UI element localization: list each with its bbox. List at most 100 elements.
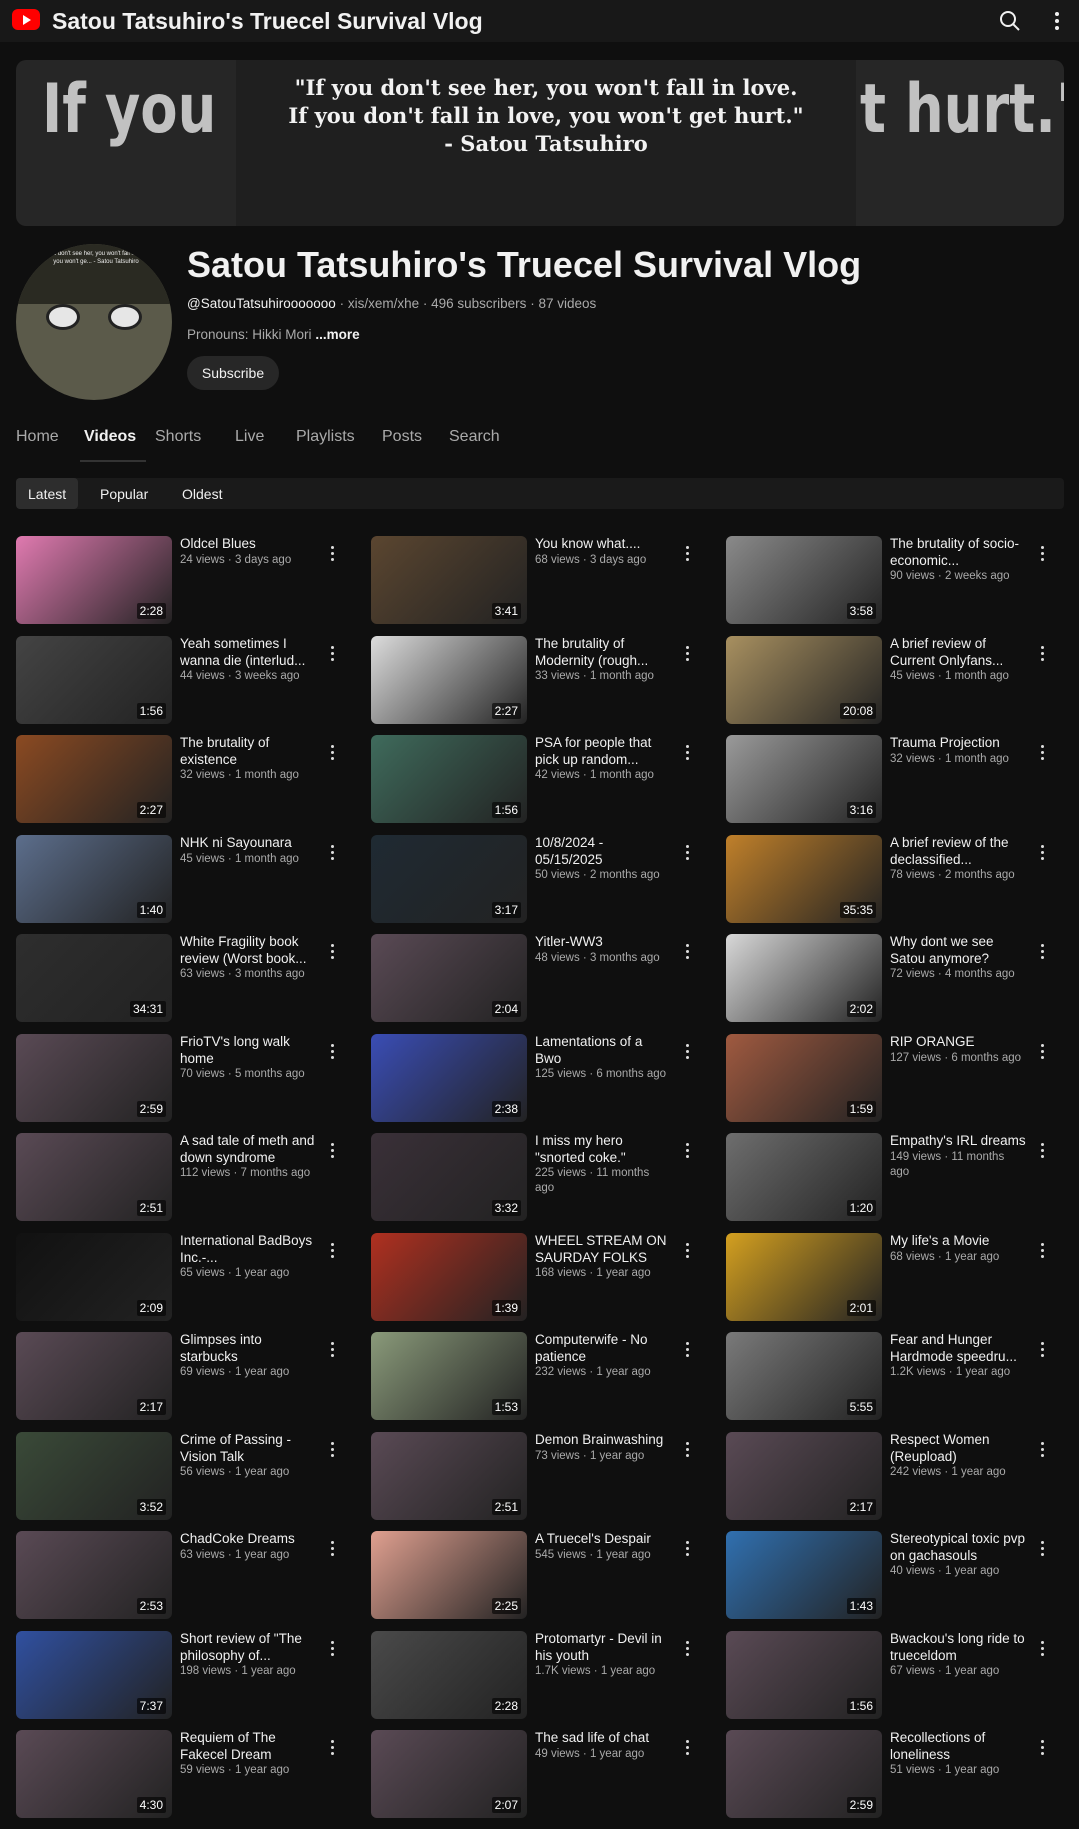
video-thumbnail[interactable]: 2:27 (371, 636, 527, 724)
video-more-icon[interactable] (685, 1442, 691, 1460)
video-more-icon[interactable] (685, 944, 691, 962)
video-thumbnail[interactable]: 2:51 (371, 1432, 527, 1520)
video-card[interactable]: 1:43 Stereotypical toxic pvp on gachasoul… (726, 1531, 1066, 1621)
video-thumbnail[interactable]: 1:20 (726, 1133, 882, 1221)
video-thumbnail[interactable]: 34:31 (16, 934, 172, 1022)
video-title[interactable]: You know what.... (535, 536, 671, 553)
video-card[interactable]: 2:02 Why dont we see Satou anymore? 72 vie… (726, 934, 1066, 1024)
video-thumbnail[interactable]: 2:17 (726, 1432, 882, 1520)
video-title[interactable]: WHEEL STREAM ON SAURDAY FOLKS (535, 1233, 671, 1266)
video-card[interactable]: 1:59RIP ORANGE127 views · 6 months ago6 … (726, 1034, 1066, 1124)
video-title[interactable]: Lamentations of a Bwo (535, 1034, 671, 1067)
video-card[interactable]: 2:59 FrioTV's long walk home 70 views · 5 … (16, 1034, 356, 1124)
video-thumbnail[interactable]: 1:59 (726, 1034, 882, 1122)
video-card[interactable]: 1:39 WHEEL STREAM ON SAURDAY FOLKS 168 vie… (371, 1233, 711, 1323)
video-card[interactable]: 3:16 Trauma Projection 32 views · 1 month … (726, 735, 1066, 825)
video-title[interactable]: Yeah sometimes I wanna die (interlud... (180, 636, 316, 669)
video-title[interactable]: The sad life of chat (535, 1730, 671, 1747)
tab-playlists[interactable]: Playlists (296, 428, 355, 446)
filter-oldest[interactable]: Oldest (170, 478, 234, 509)
video-title[interactable]: Bwackou's long ride to trueceldom (890, 1631, 1026, 1664)
video-thumbnail[interactable]: 1:56 (16, 636, 172, 724)
video-more-icon[interactable] (330, 1044, 336, 1062)
video-thumbnail[interactable]: 20:08 (726, 636, 882, 724)
video-card[interactable]: 35:35 A brief review of the declassified.… (726, 835, 1066, 925)
video-more-icon[interactable] (685, 1740, 691, 1758)
video-title[interactable]: A brief review of the declassified... (890, 835, 1026, 868)
video-card[interactable]: 3:17 10/8/2024 - 05/15/2025 50 views · 2 m… (371, 835, 711, 925)
video-more-icon[interactable] (330, 1143, 336, 1161)
video-title[interactable]: A Truecel's Despair (535, 1531, 671, 1548)
video-title[interactable]: Recollections of loneliness (890, 1730, 1026, 1763)
video-card[interactable]: 2:07 The sad life of chat 49 views · 1 yea… (371, 1730, 711, 1820)
video-thumbnail[interactable]: 2:28 (371, 1631, 527, 1719)
video-more-icon[interactable] (330, 1243, 336, 1261)
video-card[interactable]: 1:20 Empathy's IRL dreams 149 views · 11 m… (726, 1133, 1066, 1223)
video-thumbnail[interactable]: 7:37 (16, 1631, 172, 1719)
video-card[interactable]: 2:28 Protomartyr - Devil in his youth 1.7K… (371, 1631, 711, 1721)
video-card[interactable]: 2:09 International BadBoys Inc.-... 65 vie… (16, 1233, 356, 1323)
video-card[interactable]: 2:59 Recollections of loneliness 51 views … (726, 1730, 1066, 1820)
video-more-icon[interactable] (1040, 1243, 1046, 1261)
video-title[interactable]: The brutality of Modernity (rough... (535, 636, 671, 669)
video-card[interactable]: 2:38 Lamentations of a Bwo 125 views · 6 m… (371, 1034, 711, 1124)
video-thumbnail[interactable]: 2:51 (16, 1133, 172, 1221)
video-more-icon[interactable] (685, 1641, 691, 1659)
video-thumbnail[interactable]: 4:30 (16, 1730, 172, 1818)
video-card[interactable]: 2:04Yitler-WW348 views · 3 months ago3 m… (371, 934, 711, 1024)
video-more-icon[interactable] (685, 546, 691, 564)
video-card[interactable]: 2:25 A Truecel's Despair 545 views · 1 yea… (371, 1531, 711, 1621)
video-title[interactable]: NHK ni Sayounara (180, 835, 316, 852)
video-title[interactable]: Stereotypical toxic pvp on gachasouls (890, 1531, 1026, 1564)
search-icon[interactable] (998, 9, 1022, 33)
video-more-icon[interactable] (330, 1541, 336, 1559)
video-card[interactable]: 1:56 PSA for people that pick up random..… (371, 735, 711, 825)
video-card[interactable]: 2:01 My life's a Movie 68 views · 1 year a… (726, 1233, 1066, 1323)
video-title[interactable]: Fear and Hunger Hardmode speedru... (890, 1332, 1026, 1365)
video-more-icon[interactable] (330, 646, 336, 664)
video-thumbnail[interactable]: 2:01 (726, 1233, 882, 1321)
video-more-icon[interactable] (330, 546, 336, 564)
video-more-icon[interactable] (330, 845, 336, 863)
video-card[interactable]: 2:28Oldcel Blues24 views · 3 days ago3 d… (16, 536, 356, 626)
video-more-icon[interactable] (1040, 1641, 1046, 1659)
video-title[interactable]: Oldcel Blues (180, 536, 316, 553)
video-more-icon[interactable] (330, 1740, 336, 1758)
video-more-icon[interactable] (685, 646, 691, 664)
video-title[interactable]: Empathy's IRL dreams (890, 1133, 1026, 1150)
tab-live[interactable]: Live (235, 428, 264, 446)
video-more-icon[interactable] (1040, 1143, 1046, 1161)
video-thumbnail[interactable]: 35:35 (726, 835, 882, 923)
video-more-icon[interactable] (1040, 646, 1046, 664)
video-title[interactable]: Why dont we see Satou anymore? (890, 934, 1026, 967)
tab-search[interactable]: Search (449, 428, 500, 446)
video-more-icon[interactable] (1040, 1342, 1046, 1360)
video-title[interactable]: International BadBoys Inc.-... (180, 1233, 316, 1266)
video-card[interactable]: 2:17 Respect Women (Reupload) 242 views · … (726, 1432, 1066, 1522)
video-thumbnail[interactable]: 3:16 (726, 735, 882, 823)
video-title[interactable]: Short review of "The philosophy of... (180, 1631, 316, 1664)
video-title[interactable]: Respect Women (Reupload) (890, 1432, 1026, 1465)
video-thumbnail[interactable]: 2:38 (371, 1034, 527, 1122)
video-card[interactable]: 1:53 Computerwife - No patience 232 views … (371, 1332, 711, 1422)
video-more-icon[interactable] (1040, 944, 1046, 962)
video-card[interactable]: 4:30 Requiem of The Fakecel Dream 59 views… (16, 1730, 356, 1820)
video-card[interactable]: 3:52 Crime of Passing - Vision Talk 56 vie… (16, 1432, 356, 1522)
video-thumbnail[interactable]: 3:41 (371, 536, 527, 624)
video-thumbnail[interactable]: 2:25 (371, 1531, 527, 1619)
video-more-icon[interactable] (1040, 1044, 1046, 1062)
video-title[interactable]: Requiem of The Fakecel Dream (180, 1730, 316, 1763)
video-title[interactable]: My life's a Movie (890, 1233, 1026, 1250)
video-more-icon[interactable] (685, 1342, 691, 1360)
video-thumbnail[interactable]: 2:17 (16, 1332, 172, 1420)
tab-posts[interactable]: Posts (382, 428, 422, 446)
tab-videos[interactable]: Videos (84, 428, 136, 446)
video-card[interactable]: 2:53 ChadCoke Dreams 63 views · 1 year ago… (16, 1531, 356, 1621)
video-more-icon[interactable] (685, 1243, 691, 1261)
video-more-icon[interactable] (330, 1641, 336, 1659)
video-more-icon[interactable] (1040, 1541, 1046, 1559)
video-more-icon[interactable] (685, 845, 691, 863)
video-card[interactable]: 1:40 NHK ni Sayounara 45 views · 1 month a… (16, 835, 356, 925)
video-card[interactable]: 2:27 The brutality of Modernity (rough...… (371, 636, 711, 726)
more-link[interactable]: ...more (315, 327, 359, 342)
